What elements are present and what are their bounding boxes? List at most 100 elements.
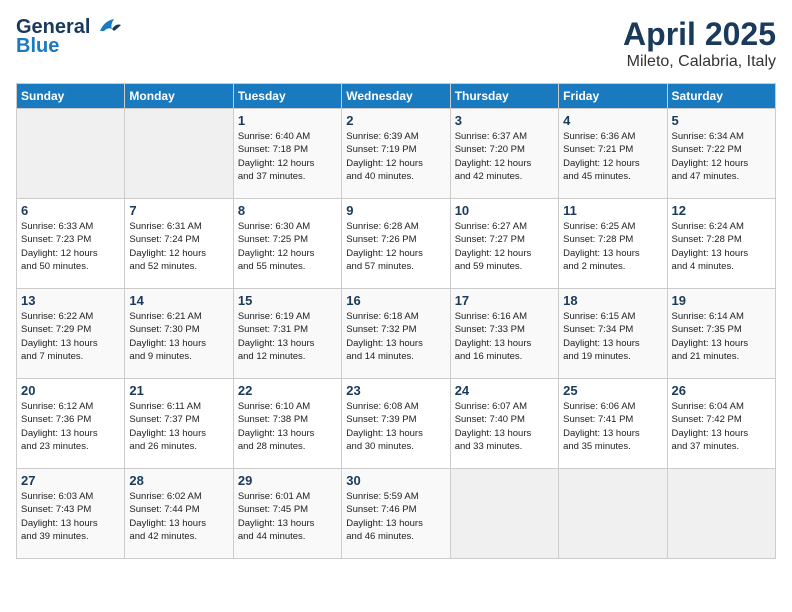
calendar-cell: 10 Sunrise: 6:27 AM Sunset: 7:27 PM Dayli… [450,199,558,289]
calendar-table: SundayMondayTuesdayWednesdayThursdayFrid… [16,83,776,559]
day-info: Sunrise: 6:06 AM Sunset: 7:41 PM Dayligh… [563,400,662,453]
day-number: 1 [238,113,337,128]
calendar-cell: 30 Sunrise: 5:59 AM Sunset: 7:46 PM Dayli… [342,469,450,559]
calendar-cell: 22 Sunrise: 6:10 AM Sunset: 7:38 PM Dayli… [233,379,341,469]
day-info: Sunrise: 6:36 AM Sunset: 7:21 PM Dayligh… [563,130,662,183]
calendar-cell: 25Sunrise: 6:06 AM Sunset: 7:41 PM Dayli… [559,379,667,469]
day-info: Sunrise: 6:02 AM Sunset: 7:44 PM Dayligh… [129,490,228,543]
day-info: Sunrise: 6:10 AM Sunset: 7:38 PM Dayligh… [238,400,337,453]
day-number: 6 [21,203,120,218]
day-info: Sunrise: 6:04 AM Sunset: 7:42 PM Dayligh… [672,400,771,453]
header-monday: Monday [125,84,233,109]
day-number: 7 [129,203,228,218]
day-number: 29 [238,473,337,488]
calendar-cell [125,109,233,199]
logo: General Blue [16,16,122,58]
day-number: 10 [455,203,554,218]
day-info: Sunrise: 6:16 AM Sunset: 7:33 PM Dayligh… [455,310,554,363]
day-info: Sunrise: 5:59 AM Sunset: 7:46 PM Dayligh… [346,490,445,543]
day-info: Sunrise: 6:14 AM Sunset: 7:35 PM Dayligh… [672,310,771,363]
calendar-cell: 5Sunrise: 6:34 AM Sunset: 7:22 PM Daylig… [667,109,775,199]
day-info: Sunrise: 6:30 AM Sunset: 7:25 PM Dayligh… [238,220,337,273]
calendar-cell: 23 Sunrise: 6:08 AM Sunset: 7:39 PM Dayli… [342,379,450,469]
calendar-cell: 24 Sunrise: 6:07 AM Sunset: 7:40 PM Dayli… [450,379,558,469]
day-info: Sunrise: 6:01 AM Sunset: 7:45 PM Dayligh… [238,490,337,543]
header-thursday: Thursday [450,84,558,109]
day-info: Sunrise: 6:34 AM Sunset: 7:22 PM Dayligh… [672,130,771,183]
day-number: 8 [238,203,337,218]
day-number: 21 [129,383,228,398]
day-number: 13 [21,293,120,308]
calendar-week-4: 20 Sunrise: 6:12 AM Sunset: 7:36 PM Dayli… [17,379,776,469]
location-title: Mileto, Calabria, Italy [623,53,776,71]
calendar-cell: 12Sunrise: 6:24 AM Sunset: 7:28 PM Dayli… [667,199,775,289]
calendar-cell: 13 Sunrise: 6:22 AM Sunset: 7:29 PM Dayli… [17,289,125,379]
day-info: Sunrise: 6:12 AM Sunset: 7:36 PM Dayligh… [21,400,120,453]
day-info: Sunrise: 6:08 AM Sunset: 7:39 PM Dayligh… [346,400,445,453]
day-info: Sunrise: 6:33 AM Sunset: 7:23 PM Dayligh… [21,220,120,273]
day-info: Sunrise: 6:15 AM Sunset: 7:34 PM Dayligh… [563,310,662,363]
calendar-cell: 26 Sunrise: 6:04 AM Sunset: 7:42 PM Dayli… [667,379,775,469]
calendar-cell: 15Sunrise: 6:19 AM Sunset: 7:31 PM Dayli… [233,289,341,379]
calendar-cell: 4 Sunrise: 6:36 AM Sunset: 7:21 PM Daylig… [559,109,667,199]
month-title: April 2025 [623,16,776,53]
calendar-cell: 8 Sunrise: 6:30 AM Sunset: 7:25 PM Daylig… [233,199,341,289]
header-saturday: Saturday [667,84,775,109]
day-number: 23 [346,383,445,398]
day-info: Sunrise: 6:03 AM Sunset: 7:43 PM Dayligh… [21,490,120,543]
calendar-week-2: 6 Sunrise: 6:33 AM Sunset: 7:23 PM Daylig… [17,199,776,289]
day-number: 22 [238,383,337,398]
day-info: Sunrise: 6:21 AM Sunset: 7:30 PM Dayligh… [129,310,228,363]
day-info: Sunrise: 6:07 AM Sunset: 7:40 PM Dayligh… [455,400,554,453]
day-info: Sunrise: 6:11 AM Sunset: 7:37 PM Dayligh… [129,400,228,453]
day-info: Sunrise: 6:40 AM Sunset: 7:18 PM Dayligh… [238,130,337,183]
day-number: 27 [21,473,120,488]
calendar-cell: 28 Sunrise: 6:02 AM Sunset: 7:44 PM Dayli… [125,469,233,559]
calendar-week-5: 27 Sunrise: 6:03 AM Sunset: 7:43 PM Dayli… [17,469,776,559]
calendar-cell: 3 Sunrise: 6:37 AM Sunset: 7:20 PM Daylig… [450,109,558,199]
calendar-cell [450,469,558,559]
calendar-cell [17,109,125,199]
day-number: 19 [672,293,771,308]
day-number: 9 [346,203,445,218]
logo-blue-text: Blue [16,35,59,58]
calendar-cell: 9 Sunrise: 6:28 AM Sunset: 7:26 PM Daylig… [342,199,450,289]
day-info: Sunrise: 6:28 AM Sunset: 7:26 PM Dayligh… [346,220,445,273]
day-number: 12 [672,203,771,218]
calendar-cell: 11 Sunrise: 6:25 AM Sunset: 7:28 PM Dayli… [559,199,667,289]
day-number: 28 [129,473,228,488]
page-header: General Blue April 2025 Mileto, Calabria… [16,16,776,71]
calendar-cell: 16 Sunrise: 6:18 AM Sunset: 7:32 PM Dayli… [342,289,450,379]
day-number: 20 [21,383,120,398]
day-number: 15 [238,293,337,308]
day-number: 16 [346,293,445,308]
day-number: 3 [455,113,554,128]
day-info: Sunrise: 6:27 AM Sunset: 7:27 PM Dayligh… [455,220,554,273]
day-info: Sunrise: 6:18 AM Sunset: 7:32 PM Dayligh… [346,310,445,363]
header-friday: Friday [559,84,667,109]
day-number: 2 [346,113,445,128]
day-number: 30 [346,473,445,488]
day-number: 11 [563,203,662,218]
calendar-cell: 19 Sunrise: 6:14 AM Sunset: 7:35 PM Dayli… [667,289,775,379]
day-number: 18 [563,293,662,308]
day-number: 4 [563,113,662,128]
day-number: 17 [455,293,554,308]
calendar-cell: 1 Sunrise: 6:40 AM Sunset: 7:18 PM Daylig… [233,109,341,199]
calendar-cell [667,469,775,559]
calendar-cell: 7Sunrise: 6:31 AM Sunset: 7:24 PM Daylig… [125,199,233,289]
calendar-cell: 17 Sunrise: 6:16 AM Sunset: 7:33 PM Dayli… [450,289,558,379]
day-info: Sunrise: 6:37 AM Sunset: 7:20 PM Dayligh… [455,130,554,183]
calendar-cell: 21 Sunrise: 6:11 AM Sunset: 7:37 PM Dayli… [125,379,233,469]
day-number: 26 [672,383,771,398]
calendar-cell: 2 Sunrise: 6:39 AM Sunset: 7:19 PM Daylig… [342,109,450,199]
day-info: Sunrise: 6:25 AM Sunset: 7:28 PM Dayligh… [563,220,662,273]
logo-bird-icon [94,17,122,39]
day-info: Sunrise: 6:22 AM Sunset: 7:29 PM Dayligh… [21,310,120,363]
day-number: 24 [455,383,554,398]
title-block: April 2025 Mileto, Calabria, Italy [623,16,776,71]
calendar-week-1: 1 Sunrise: 6:40 AM Sunset: 7:18 PM Daylig… [17,109,776,199]
calendar-cell: 18 Sunrise: 6:15 AM Sunset: 7:34 PM Dayli… [559,289,667,379]
day-number: 14 [129,293,228,308]
day-info: Sunrise: 6:39 AM Sunset: 7:19 PM Dayligh… [346,130,445,183]
